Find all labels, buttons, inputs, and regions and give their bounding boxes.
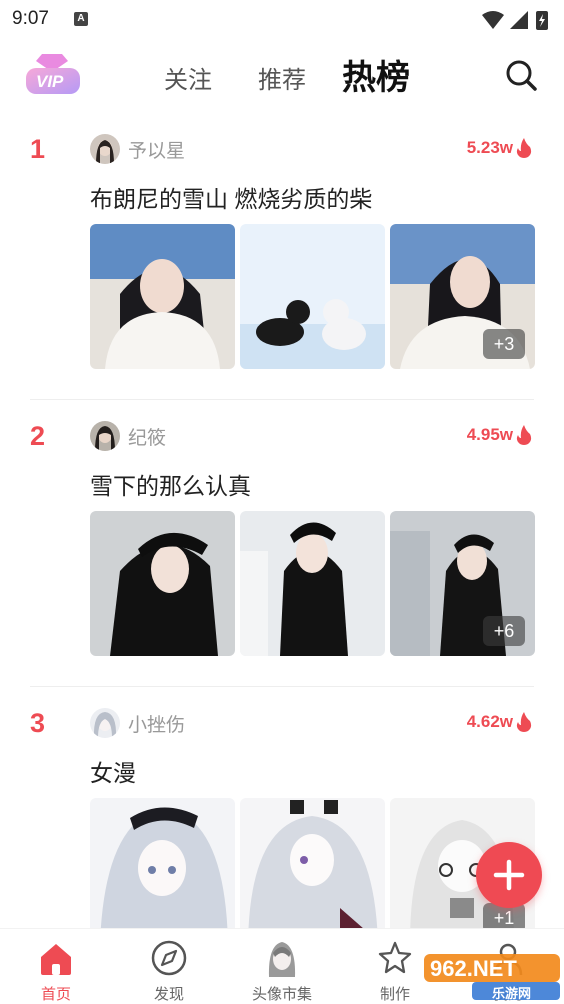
divider xyxy=(30,399,534,400)
heat-value: 4.95w xyxy=(466,425,513,444)
tab-discover[interactable]: 发现 xyxy=(124,935,214,1003)
home-icon xyxy=(41,944,71,975)
heat-count: 4.62w xyxy=(467,712,532,732)
image-row: +6 xyxy=(90,511,535,656)
username[interactable]: 予以星 xyxy=(128,136,185,163)
more-images-badge: +3 xyxy=(483,329,525,359)
username[interactable]: 小挫伤 xyxy=(128,710,185,737)
post-image[interactable]: +6 xyxy=(390,511,535,656)
watermark-sub: 乐游网 xyxy=(492,986,532,1001)
post-image[interactable] xyxy=(90,798,235,930)
heat-value: 5.23w xyxy=(466,138,513,157)
post-image[interactable] xyxy=(240,224,385,369)
status-bar: 9:07 A xyxy=(0,0,564,38)
flame-icon xyxy=(516,712,532,732)
tab-avatar-market[interactable]: 头像市集 xyxy=(237,935,327,1003)
star-icon xyxy=(378,941,412,974)
vip-label: VIP xyxy=(36,72,64,91)
flame-icon xyxy=(516,425,532,445)
heat-count: 4.95w xyxy=(467,425,532,445)
post-image[interactable] xyxy=(240,798,385,930)
status-icons xyxy=(482,11,548,30)
tab-avatar-market-label: 头像市集 xyxy=(251,986,312,1003)
username[interactable]: 纪筱 xyxy=(128,423,166,450)
wifi-icon xyxy=(482,11,504,29)
post-title[interactable]: 雪下的那么认真 xyxy=(90,467,251,501)
rank-item[interactable]: 1 予以星 5.23w 布朗尼的雪山 燃烧劣质的柴 +3 xyxy=(0,120,564,407)
create-post-button[interactable] xyxy=(476,842,542,908)
tab-discover-label: 发现 xyxy=(153,986,184,1003)
divider xyxy=(30,686,534,687)
post-image[interactable] xyxy=(90,224,235,369)
hot-ranking-list: 1 予以星 5.23w 布朗尼的雪山 燃烧劣质的柴 +3 2 纪筱 4.95w … xyxy=(0,120,564,930)
site-watermark: 962.NET 乐游网 xyxy=(424,950,560,1001)
rank-number: 1 xyxy=(30,134,46,164)
plus-icon xyxy=(493,859,525,891)
heat-value: 4.62w xyxy=(466,712,513,731)
top-navigation: VIP 关注 推荐 热榜 xyxy=(0,40,564,110)
heat-count: 5.23w xyxy=(467,138,532,158)
tab-recommend[interactable]: 推荐 xyxy=(258,60,306,95)
vip-button[interactable]: VIP xyxy=(22,52,82,98)
tab-hot-list[interactable]: 热榜 xyxy=(342,50,410,99)
post-title[interactable]: 布朗尼的雪山 燃烧劣质的柴 xyxy=(90,180,372,214)
flame-icon xyxy=(516,138,532,158)
signal-icon xyxy=(510,11,528,29)
compass-icon xyxy=(151,940,187,976)
post-image[interactable]: +3 xyxy=(390,224,535,369)
search-icon[interactable] xyxy=(504,58,538,92)
status-time: 9:07 xyxy=(12,8,49,29)
post-image[interactable] xyxy=(240,511,385,656)
post-title[interactable]: 女漫 xyxy=(90,754,136,788)
rank-item[interactable]: 2 纪筱 4.95w 雪下的那么认真 +6 xyxy=(0,407,564,694)
avatar-market-icon xyxy=(268,942,296,977)
tab-home-label: 首页 xyxy=(40,986,71,1003)
avatar[interactable] xyxy=(90,134,120,164)
post-image[interactable] xyxy=(90,511,235,656)
rank-number: 3 xyxy=(30,708,46,738)
avatar[interactable] xyxy=(90,421,120,451)
watermark-brand: 962.NET xyxy=(430,956,517,981)
rank-number: 2 xyxy=(30,421,46,451)
image-row: +1 xyxy=(90,798,535,930)
image-row: +3 xyxy=(90,224,535,369)
tab-follow[interactable]: 关注 xyxy=(164,60,212,95)
more-images-badge: +6 xyxy=(483,616,525,646)
notification-icon: A xyxy=(74,12,88,26)
tab-home[interactable]: 首页 xyxy=(11,935,101,1003)
avatar[interactable] xyxy=(90,708,120,738)
